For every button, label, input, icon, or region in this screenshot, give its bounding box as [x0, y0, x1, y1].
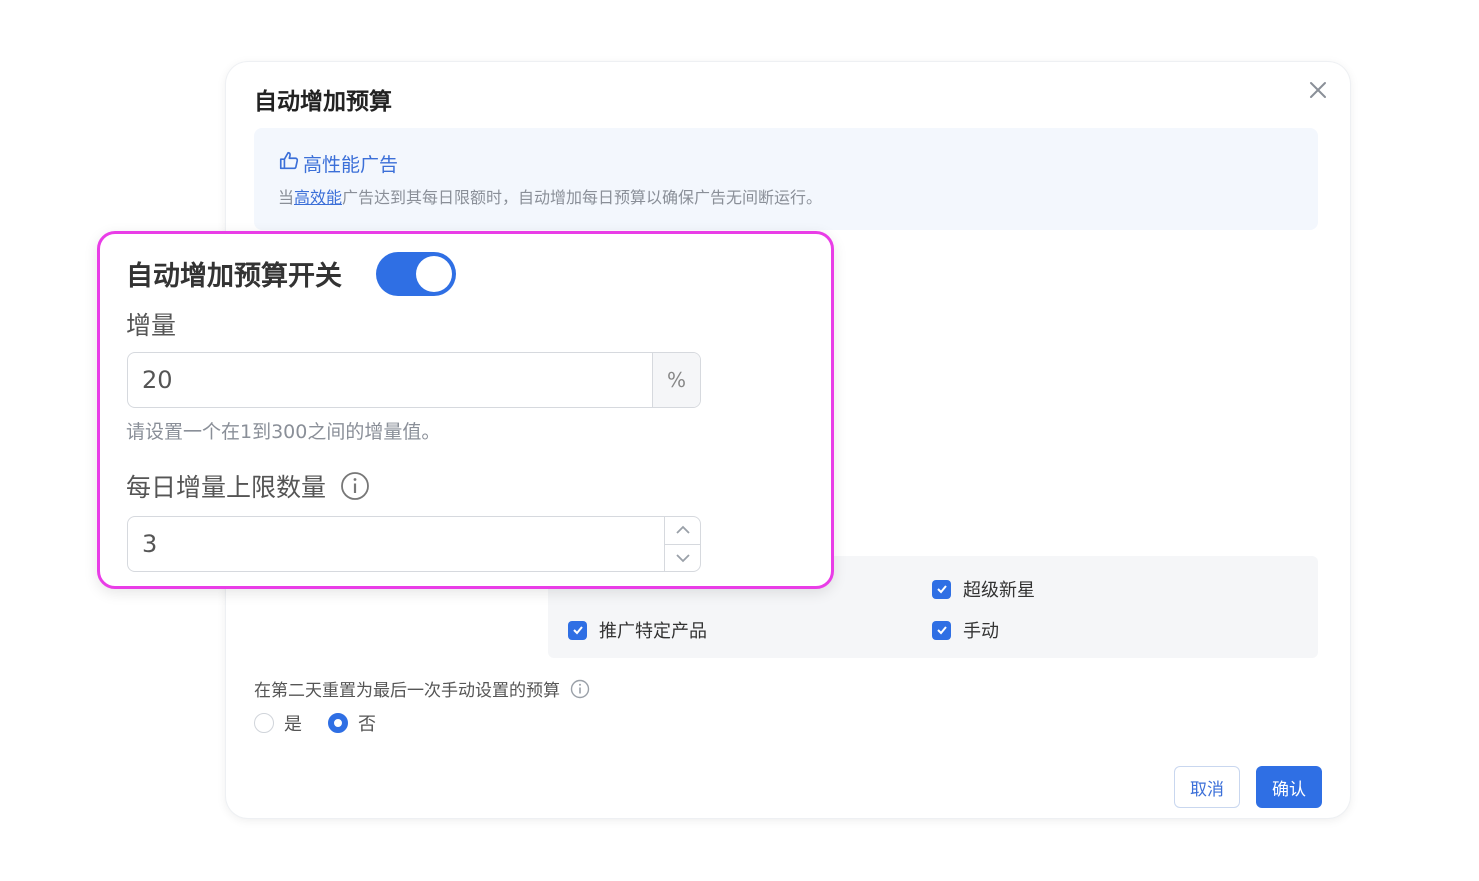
info-icon[interactable]: [340, 471, 370, 501]
radio-no[interactable]: 否: [328, 710, 376, 736]
reset-radio-group: 是 否: [254, 710, 402, 736]
increment-input-group: %: [127, 352, 701, 408]
auto-budget-switch-label: 自动增加预算开关: [126, 261, 342, 292]
chevron-down-icon[interactable]: [665, 543, 700, 572]
confirm-button[interactable]: 确认: [1256, 766, 1322, 808]
increment-input[interactable]: [128, 353, 652, 407]
info-desc-prefix: 当: [278, 188, 295, 207]
checkbox-checked-icon: [932, 620, 951, 640]
radio-unselected-icon: [254, 713, 274, 733]
radio-yes[interactable]: 是: [254, 710, 302, 736]
daily-limit-label: 每日增量上限数量: [126, 468, 370, 504]
checkbox-label: 超级新星: [963, 580, 1035, 601]
info-heading: 高性能广告: [278, 150, 398, 177]
checkbox-checked-icon: [932, 579, 951, 599]
info-heading-text: 高性能广告: [303, 154, 399, 176]
checkbox-promote-product[interactable]: 推广特定产品: [568, 617, 707, 643]
thumbs-up-icon: [278, 150, 303, 177]
highlighted-settings-card: 自动增加预算开关 增量 % 请设置一个在1到300之间的增量值。 每日增量上限数…: [97, 231, 834, 589]
auto-budget-toggle[interactable]: [376, 252, 456, 296]
chevron-up-icon[interactable]: [665, 517, 700, 544]
daily-limit-input[interactable]: [128, 517, 664, 571]
radio-label: 否: [358, 714, 376, 735]
radio-selected-icon: [328, 713, 348, 733]
increment-label: 增量: [126, 306, 176, 342]
quantity-stepper: [664, 517, 700, 571]
increment-label-text: 增量: [126, 311, 177, 340]
info-description: 当高效能广告达到其每日限额时，自动增加每日预算以确保广告无间断运行。: [278, 184, 822, 208]
increment-hint: 请设置一个在1到300之间的增量值。: [126, 421, 441, 443]
checkbox-super-star[interactable]: 超级新星: [932, 576, 1035, 602]
percent-suffix: %: [652, 353, 700, 407]
daily-limit-label-text: 每日增量上限数量: [126, 473, 327, 502]
info-icon[interactable]: [570, 679, 590, 699]
reset-budget-label: 在第二天重置为最后一次手动设置的预算: [254, 676, 590, 701]
info-desc-link[interactable]: 高效能: [294, 188, 342, 207]
info-banner: 高性能广告 当高效能广告达到其每日限额时，自动增加每日预算以确保广告无间断运行。: [254, 128, 1318, 230]
checkbox-label: 手动: [963, 621, 999, 642]
reset-label-text: 在第二天重置为最后一次手动设置的预算: [254, 681, 560, 701]
checkbox-checked-icon: [568, 620, 587, 640]
checkbox-label: 推广特定产品: [599, 621, 707, 642]
toggle-knob: [416, 256, 452, 292]
dialog-title: 自动增加预算: [254, 89, 392, 115]
cancel-button[interactable]: 取消: [1174, 766, 1240, 808]
info-desc-suffix: 广告达到其每日限额时，自动增加每日预算以确保广告无间断运行。: [342, 188, 823, 207]
close-icon[interactable]: [1304, 76, 1332, 104]
radio-label: 是: [284, 714, 302, 735]
checkbox-manual[interactable]: 手动: [932, 617, 999, 643]
daily-limit-input-group: [127, 516, 701, 572]
stage: 自动增加预算 高性能广告 当高效能广告达到其每日限额时，自动增加每日预算以确保广…: [0, 0, 1479, 881]
